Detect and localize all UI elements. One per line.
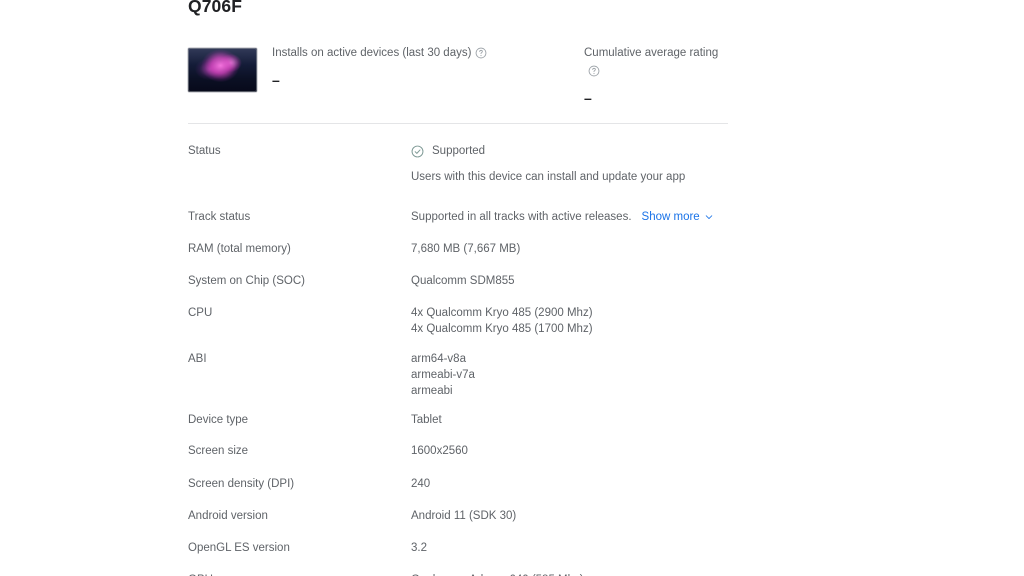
- spec-value-line: arm64-v8a: [411, 353, 466, 365]
- spec-value-line: 7,680 MB (7,667 MB): [411, 243, 521, 255]
- device-summary: Installs on active devices (last 30 days…: [188, 44, 733, 106]
- metric-rating-label: Cumulative average rating: [584, 46, 719, 59]
- spec-label-cpu: CPU: [188, 307, 213, 319]
- spec-value-status: Supported Users with this device can ins…: [411, 143, 733, 185]
- spec-label-abi: ABI: [188, 353, 207, 365]
- spec-label-screen-density: Screen density (DPI): [188, 478, 295, 490]
- spec-row-gpu: GPU Qualcomm Adreno 640 (585 Mhz): [188, 572, 733, 576]
- spec-value-line: 4x Qualcomm Kryo 485 (2900 Mhz): [411, 307, 593, 319]
- spec-value-line: 4x Qualcomm Kryo 485 (1700 Mhz): [411, 323, 593, 335]
- spec-value-line: armeabi-v7a: [411, 369, 475, 381]
- metric-installs-label: Installs on active devices (last 30 days…: [272, 46, 472, 59]
- device-detail-page: Q706F Installs on active devices (last 3…: [0, 0, 1024, 576]
- spec-row-cpu: CPU 4x Qualcomm Kryo 485 (2900 Mhz) 4x Q…: [188, 305, 733, 351]
- spec-value-line: Qualcomm SDM855: [411, 275, 515, 287]
- spec-value-line: 1600x2560: [411, 445, 468, 457]
- spec-row-opengl-version: OpenGL ES version 3.2: [188, 540, 733, 572]
- device-thumbnail-bezel: [188, 48, 257, 92]
- show-more-button[interactable]: Show more: [642, 209, 714, 225]
- spec-value-device-type: Tablet: [411, 412, 733, 428]
- spec-row-device-type: Device type Tablet: [188, 412, 733, 443]
- spec-label-android-version: Android version: [188, 510, 268, 522]
- spec-label-gpu: GPU: [188, 572, 411, 576]
- spec-label-soc: System on Chip (SOC): [188, 275, 305, 287]
- spec-value-line: armeabi: [411, 385, 453, 397]
- spec-row-ram: RAM (total memory) 7,680 MB (7,667 MB): [188, 241, 733, 273]
- check-circle-icon: [411, 145, 424, 158]
- spec-value-opengl-version: 3.2: [411, 540, 733, 556]
- metric-rating-value: –: [584, 90, 592, 106]
- spec-row-screen-size: Screen size 1600x2560: [188, 443, 733, 476]
- track-status-text: Supported in all tracks with active rele…: [411, 211, 632, 223]
- show-more-label: Show more: [641, 211, 700, 223]
- spec-row-soc: System on Chip (SOC) Qualcomm SDM855: [188, 273, 733, 305]
- spec-label-status: Status: [188, 145, 221, 157]
- spec-value-line: 3.2: [411, 542, 427, 554]
- spec-value-soc: Qualcomm SDM855: [411, 273, 733, 289]
- spec-value-line: Tablet: [411, 414, 442, 426]
- metric-installs: Installs on active devices (last 30 days…: [272, 44, 487, 88]
- metric-installs-value: –: [272, 72, 280, 88]
- spec-label-ram: RAM (total memory): [188, 243, 291, 255]
- spec-row-android-version: Android version Android 11 (SDK 30): [188, 508, 733, 540]
- spec-value-screen-density: 240: [411, 476, 733, 492]
- spec-value-abi: arm64-v8a armeabi-v7a armeabi: [411, 351, 733, 399]
- spec-value-android-version: Android 11 (SDK 30): [411, 508, 733, 524]
- spec-value-line: Android 11 (SDK 30): [411, 510, 517, 522]
- status-badge: Supported: [411, 143, 733, 159]
- spec-row-screen-density: Screen density (DPI) 240: [188, 476, 733, 508]
- spec-label-opengl-version: OpenGL ES version: [188, 542, 290, 554]
- chevron-down-icon: [704, 212, 714, 222]
- help-circle-icon[interactable]: [588, 65, 600, 77]
- spec-row-abi: ABI arm64-v8a armeabi-v7a armeabi: [188, 351, 733, 412]
- page-title: Q706F: [188, 0, 242, 16]
- section-divider: [188, 123, 728, 124]
- spec-label-track-status: Track status: [188, 211, 251, 223]
- spec-row-track-status: Track status Supported in all tracks wit…: [188, 209, 733, 241]
- spec-value-track-status: Supported in all tracks with active rele…: [411, 209, 733, 225]
- help-circle-icon[interactable]: [475, 47, 487, 59]
- status-text: Supported: [432, 145, 486, 157]
- spec-label-screen-size: Screen size: [188, 445, 249, 457]
- spec-value-cpu: 4x Qualcomm Kryo 485 (2900 Mhz) 4x Qualc…: [411, 305, 733, 337]
- device-thumbnail: [188, 48, 257, 92]
- spec-value-line: 240: [411, 478, 431, 490]
- spec-value-line: Qualcomm Adreno 640 (585 Mhz): [411, 572, 733, 576]
- track-status-line: Supported in all tracks with active rele…: [411, 209, 733, 225]
- spec-row-status: Status Supported Users with this device …: [188, 143, 733, 209]
- spec-value-screen-size: 1600x2560: [411, 443, 733, 459]
- status-description: Users with this device can install and u…: [411, 171, 686, 183]
- spec-value-ram: 7,680 MB (7,667 MB): [411, 241, 733, 257]
- device-specs-list: Status Supported Users with this device …: [188, 143, 733, 576]
- spec-value-gpu: Qualcomm Adreno 640 (585 Mhz): [411, 572, 733, 576]
- metric-rating: Cumulative average rating –: [584, 44, 733, 106]
- spec-label-device-type: Device type: [188, 414, 249, 426]
